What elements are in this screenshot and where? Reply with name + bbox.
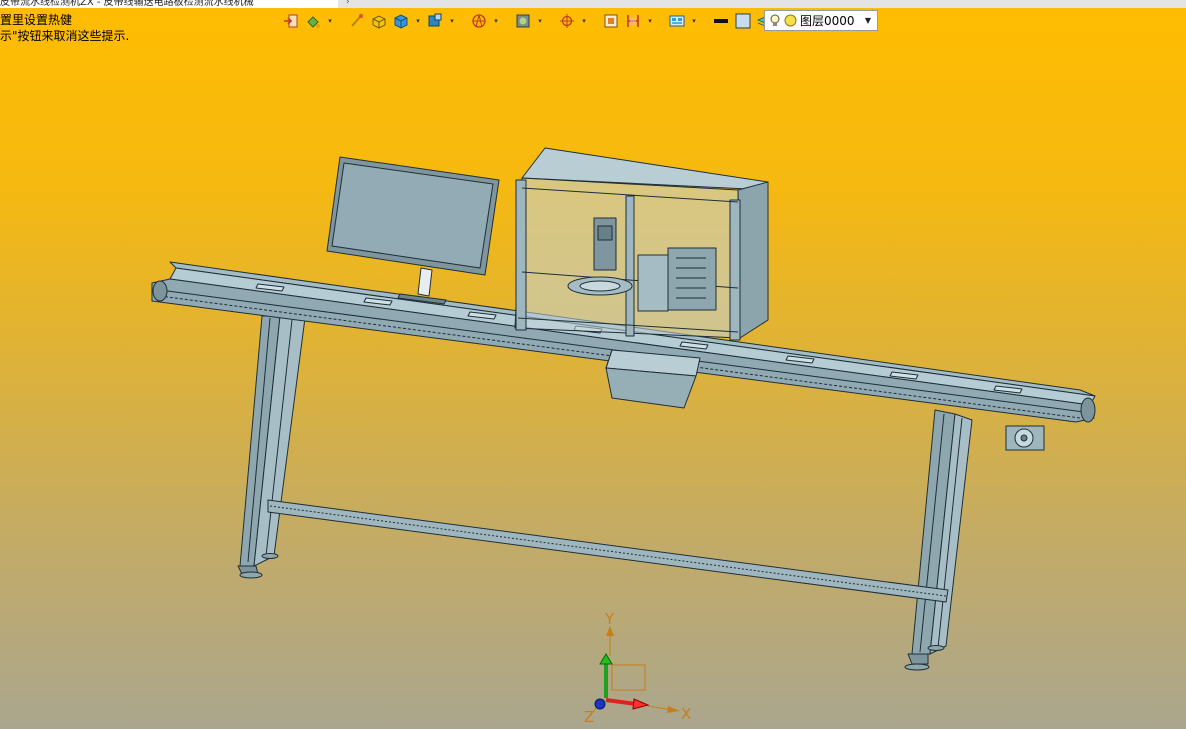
reject-bin xyxy=(605,349,701,409)
left-legs xyxy=(237,315,306,579)
axis-label-y: Y xyxy=(604,610,615,628)
right-legs xyxy=(904,409,973,671)
electrical-components xyxy=(637,247,717,312)
monitor xyxy=(326,156,500,305)
fan-unit xyxy=(1005,425,1045,451)
axis-label-z: Z xyxy=(584,708,594,726)
cad-viewport[interactable]: Y X Z xyxy=(0,0,1186,729)
axis-label-x: X xyxy=(681,705,691,723)
lower-crossbar xyxy=(267,499,949,603)
axis-triad: Y X Z xyxy=(584,610,691,726)
